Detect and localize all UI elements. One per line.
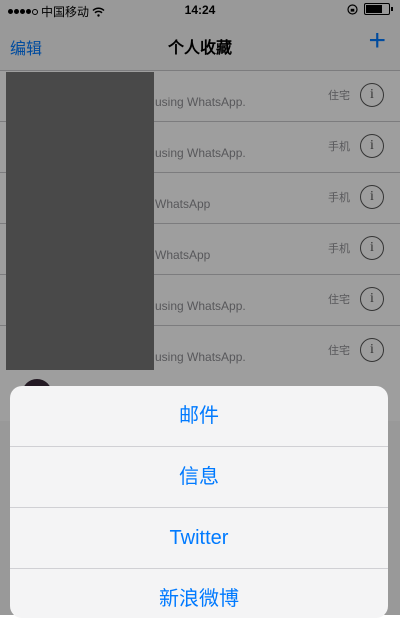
share-action-sheet: 邮件 信息 Twitter 新浪微博: [10, 386, 388, 618]
share-twitter-option[interactable]: Twitter: [10, 508, 388, 569]
share-mail-option[interactable]: 邮件: [10, 386, 388, 447]
share-message-option[interactable]: 信息: [10, 447, 388, 508]
share-weibo-option[interactable]: 新浪微博: [10, 569, 388, 618]
